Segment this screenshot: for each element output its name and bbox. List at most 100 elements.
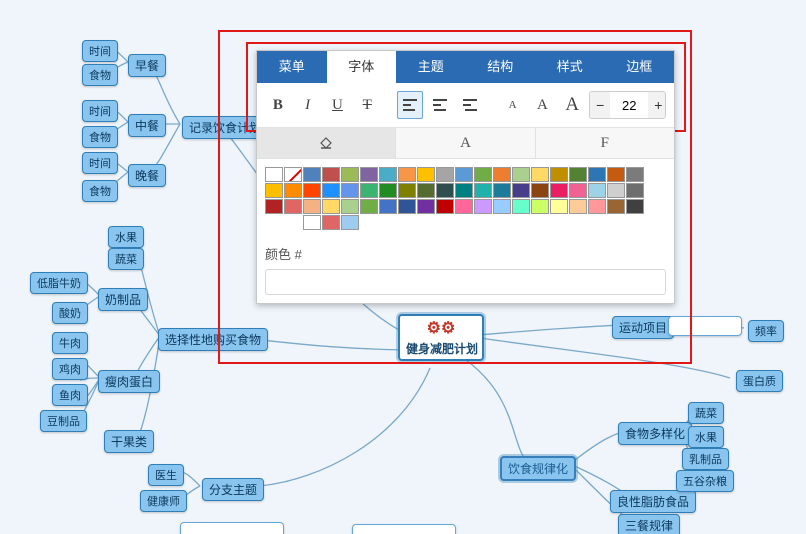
bold-button[interactable]: B [265,91,291,119]
node-vegetable[interactable]: 蔬菜 [108,248,144,270]
color-swatch[interactable] [588,167,606,182]
color-swatch[interactable] [284,199,302,214]
tab-theme[interactable]: 主题 [396,51,466,83]
color-swatch[interactable] [341,183,359,198]
color-swatch[interactable] [436,167,454,182]
color-swatch[interactable] [360,183,378,198]
node-dairy-2[interactable]: 乳制品 [682,448,729,470]
font-medium-button[interactable]: A [530,91,556,119]
node-fish[interactable]: 鱼肉 [52,384,88,406]
font-size-decrease[interactable]: − [590,92,610,118]
color-swatch[interactable] [588,199,606,214]
node-dairy[interactable]: 奶制品 [98,288,148,311]
color-swatch[interactable] [474,167,492,182]
node-exercise[interactable]: 运动项目 [612,316,674,339]
node-lowfat-milk[interactable]: 低脂牛奶 [30,272,88,294]
node-time-3[interactable]: 时间 [82,152,118,174]
color-hex-input[interactable] [265,269,666,295]
italic-button[interactable]: I [295,91,321,119]
node-three-meals[interactable]: 三餐规律 [618,514,680,534]
node-time-2[interactable]: 时间 [82,100,118,122]
color-swatch[interactable] [569,167,587,182]
node-selective-buy[interactable]: 选择性地购买食物 [158,328,268,351]
node-doctor[interactable]: 医生 [148,464,184,486]
tab-border[interactable]: 边框 [605,51,675,83]
color-swatch[interactable] [436,183,454,198]
node-food-1[interactable]: 食物 [82,64,118,86]
node-fruit-2[interactable]: 水果 [688,426,724,448]
color-swatch[interactable] [569,199,587,214]
color-swatch[interactable] [607,183,625,198]
color-swatch[interactable] [607,167,625,182]
color-swatch[interactable] [341,167,359,182]
align-center-button[interactable] [427,91,453,119]
color-swatch[interactable] [607,199,625,214]
tab-struct[interactable]: 结构 [466,51,536,83]
color-swatch[interactable] [341,215,359,230]
tab-menu[interactable]: 菜单 [257,51,327,83]
color-swatch[interactable] [360,199,378,214]
color-swatch[interactable] [379,167,397,182]
color-swatch[interactable] [303,167,321,182]
node-fruit[interactable]: 水果 [108,226,144,248]
node-vegetable-2[interactable]: 蔬菜 [688,402,724,424]
color-swatch[interactable] [265,167,283,182]
node-branch-topic[interactable]: 分支主题 [202,478,264,501]
color-swatch[interactable] [284,167,302,182]
color-swatch[interactable] [550,183,568,198]
node-new-branch-2[interactable] [352,524,456,534]
fill-color-tab[interactable] [257,128,396,158]
node-frequency[interactable]: 频率 [748,320,784,342]
node-good-fat[interactable]: 良性脂肪食品 [610,490,696,513]
color-swatch[interactable] [322,167,340,182]
node-new-branch-1[interactable] [180,522,284,534]
node-grain[interactable]: 五谷杂粮 [676,470,734,492]
node-time-1[interactable]: 时间 [82,40,118,62]
color-swatch[interactable] [284,183,302,198]
node-exercise-blank[interactable] [668,316,742,336]
color-swatch[interactable] [474,199,492,214]
color-swatch[interactable] [303,199,321,214]
node-food-diverse[interactable]: 食物多样化 [618,422,692,445]
font-family-tab[interactable]: F [536,128,674,158]
color-swatch[interactable] [512,183,530,198]
color-swatch[interactable] [626,167,644,182]
color-swatch[interactable] [303,215,321,230]
node-lean-protein[interactable]: 瘦肉蛋白 [98,370,160,393]
tab-font[interactable]: 字体 [327,51,397,83]
text-color-tab[interactable]: A [396,128,535,158]
strike-button[interactable]: T [354,91,380,119]
color-swatch[interactable] [436,199,454,214]
node-diet-regular[interactable]: 饮食规律化 [500,456,576,481]
node-central[interactable]: ⚙⚙ 健身减肥计划 [398,314,484,361]
font-large-button[interactable]: A [559,91,585,119]
color-swatch[interactable] [493,199,511,214]
node-beef[interactable]: 牛肉 [52,332,88,354]
node-chicken[interactable]: 鸡肉 [52,358,88,380]
color-swatch[interactable] [531,199,549,214]
color-swatch[interactable] [417,199,435,214]
node-protein[interactable]: 蛋白质 [736,370,783,392]
font-small-button[interactable]: A [500,91,526,119]
color-swatch[interactable] [474,183,492,198]
color-swatch[interactable] [322,215,340,230]
color-swatch[interactable] [379,199,397,214]
color-swatch[interactable] [398,199,416,214]
node-breakfast[interactable]: 早餐 [128,54,166,77]
color-swatch[interactable] [626,183,644,198]
font-size-increase[interactable]: + [648,92,666,118]
node-health-advisor[interactable]: 健康师 [140,490,187,512]
color-swatch[interactable] [493,183,511,198]
font-size-stepper[interactable]: − + [589,91,666,119]
color-swatch[interactable] [417,167,435,182]
color-swatch[interactable] [265,183,283,198]
color-swatch[interactable] [360,167,378,182]
color-swatch[interactable] [379,183,397,198]
font-size-input[interactable] [610,97,648,114]
color-swatch[interactable] [303,183,321,198]
underline-button[interactable]: U [325,91,351,119]
color-swatch[interactable] [265,199,283,214]
node-yogurt[interactable]: 酸奶 [52,302,88,324]
align-left-button[interactable] [397,91,423,119]
color-swatch[interactable] [493,167,511,182]
